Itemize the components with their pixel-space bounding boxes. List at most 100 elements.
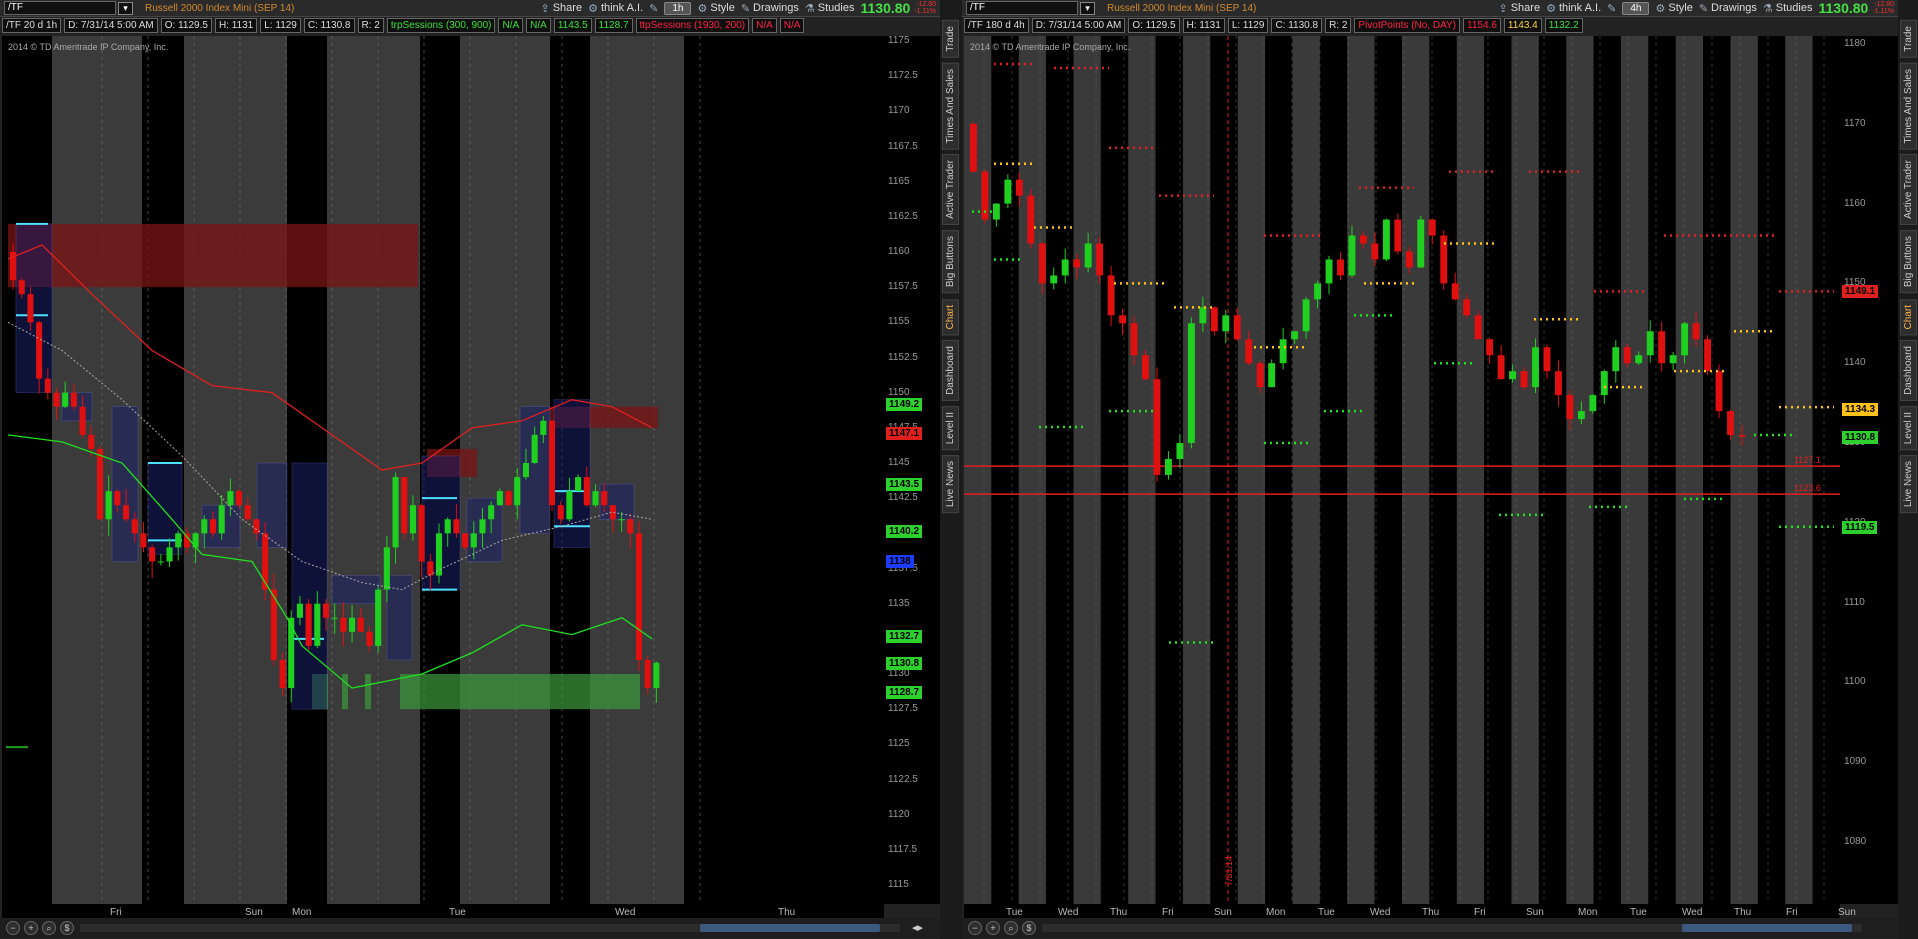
tab-active-trader[interactable]: Active Trader [1899,154,1917,226]
right-info-open: O: 1129.5 [1128,18,1180,33]
price-tick-label: 1080 [1844,836,1867,847]
candle-body [1635,355,1643,364]
tab-big-buttons[interactable]: Big Buttons [1899,230,1917,294]
time-tick-label: Tue [449,907,466,918]
right-studies-button[interactable]: ⚗ Studies [1763,2,1813,15]
left-time-axis[interactable]: Fri Sun Mon Tue Wed Thu [2,904,884,918]
right-zoom-out-icon[interactable]: − [968,921,982,935]
candle-body [1279,339,1287,364]
left-study1-name[interactable]: trpSessions (300, 900) [386,18,496,33]
right-study1-val: 1132.2 [1544,18,1583,33]
tab-live-news[interactable]: Live News [941,455,959,514]
price-tick-label: 1180 [1844,38,1866,49]
candle-body [44,378,51,393]
session-band [1757,36,1786,904]
price-marker-label: 1130.8 [886,656,923,670]
session-band [1675,36,1704,904]
right-time-axis[interactable]: Tue Wed Thu Fri Sun Mon Tue Wed Thu Fri Sun Mon Tue W… [964,904,1856,918]
price-tick-label: 1167.5 [888,140,918,152]
candle-body [618,519,625,521]
left-share-button[interactable]: ⇪ Share [540,2,582,15]
candle-body [1623,347,1631,364]
right-magnifier-icon[interactable]: ⌕ [1004,921,1018,935]
tab-level-ii[interactable]: Level II [1899,405,1917,451]
pencil-icon: ✎ [740,2,751,15]
left-crosshair-button[interactable]: ✎ [649,2,658,15]
tab-big-buttons[interactable]: Big Buttons [941,230,959,294]
tab-trade[interactable]: Trade [1899,20,1917,58]
left-style-button[interactable]: ⚙ Style [697,2,734,15]
left-symbol-dropdown-icon[interactable]: ▾ [118,1,133,15]
left-price-axis[interactable]: 1175 1172.5 1170 1167.5 1165 1162.5 1160 1157.5… [884,35,940,904]
candle-body [1256,363,1264,388]
candle-body [1486,339,1494,356]
candle-body [1050,275,1058,284]
right-symbol-input[interactable]: /TF [966,1,1078,15]
time-tick-label: Wed [1682,907,1703,918]
left-zoom-out-icon[interactable]: − [6,921,20,935]
left-aggregation-button[interactable]: 1h [664,1,692,15]
right-info-symbol[interactable]: /TF 180 d 4h [964,18,1029,33]
candle-body [1440,235,1448,284]
left-study2-name[interactable]: ttpSessions (1930, 200) [635,18,750,33]
right-thinkai-button[interactable]: ⚙ think A.I. [1546,2,1601,15]
price-level-label: 1127.1 [1794,455,1821,465]
candle-body [1061,259,1069,276]
right-style-button[interactable]: ⚙ Style [1655,2,1692,15]
right-aggregation-button[interactable]: 4h [1622,1,1650,15]
left-dollar-icon[interactable]: $ [60,921,74,935]
candle-body [453,519,460,534]
tab-trade[interactable]: Trade [941,20,959,58]
candle-body [1210,307,1218,332]
tab-level-ii[interactable]: Level II [941,405,959,451]
tab-active-trader[interactable]: Active Trader [941,154,959,226]
right-chart-area[interactable]: 7/31/14 1127.1 1123.6 2014 © TD Ameritrade… [964,36,1840,904]
price-tick-label: 1170 [1844,117,1866,129]
left-symbol-input[interactable]: /TF [4,1,116,15]
right-scrollbar[interactable] [1042,924,1862,932]
tab-times-and-sales[interactable]: Times And Sales [1899,62,1917,150]
right-price-axis[interactable]: 1180117011601150114011301120111011001090… [1840,36,1898,904]
time-tick-label: Tue [1006,907,1023,918]
session-band [1730,36,1758,904]
left-studies-button[interactable]: ⚗ Studies [805,2,855,15]
left-drawings-button[interactable]: ✎ Drawings [741,2,799,15]
right-symbol-dropdown-icon[interactable]: ▾ [1080,1,1095,15]
right-crosshair-button[interactable]: ✎ [1607,2,1616,15]
candle-body [1027,195,1035,244]
left-study1-val: N/A [498,18,524,33]
price-marker-label: 1147.1 [886,427,923,441]
left-info-symbol[interactable]: /TF 20 d 1h [2,18,62,33]
candle-body [1360,235,1367,244]
right-dollar-icon[interactable]: $ [1022,921,1036,935]
left-magnifier-icon[interactable]: ⌕ [42,921,56,935]
candle-body [1153,379,1161,475]
tab-dashboard[interactable]: Dashboard [941,339,959,401]
tab-chart[interactable]: Chart [1899,298,1917,335]
gear-icon: ⚙ [1546,2,1556,15]
tab-live-news[interactable]: Live News [1899,455,1917,514]
candle-body [279,659,286,689]
right-zoom-in-icon[interactable]: + [986,921,1000,935]
left-zoom-in-icon[interactable]: + [24,921,38,935]
price-tick-label: 1117.5 [888,843,918,855]
left-thinkai-button[interactable]: ⚙ think A.I. [588,2,643,15]
left-expand-icon[interactable]: ◂▸ [912,921,923,934]
right-study1-name[interactable]: PivotPoints (No, DAY) [1354,18,1461,33]
price-tick-label: 1115 [888,879,909,890]
tab-chart[interactable]: Chart [941,298,959,335]
left-scrollbar[interactable] [80,924,900,932]
tab-dashboard[interactable]: Dashboard [1899,339,1917,401]
tab-times-and-sales[interactable]: Times And Sales [941,62,959,150]
candle-body [340,617,347,632]
right-scroll-thumb[interactable] [1682,924,1852,932]
candle-body [27,294,34,323]
time-tick-label: Sun [1214,907,1232,918]
time-tick-label: Fri [110,907,122,918]
left-info-date: D: 7/31/14 5:00 AM [64,18,158,33]
left-scroll-thumb[interactable] [700,924,880,932]
left-chart-area[interactable]: 2014 © TD Ameritrade IP Company, Inc. [2,36,884,904]
right-share-button[interactable]: ⇪ Share [1498,2,1540,15]
right-drawings-button[interactable]: ✎ Drawings [1699,2,1757,15]
candle-body [1073,259,1081,268]
